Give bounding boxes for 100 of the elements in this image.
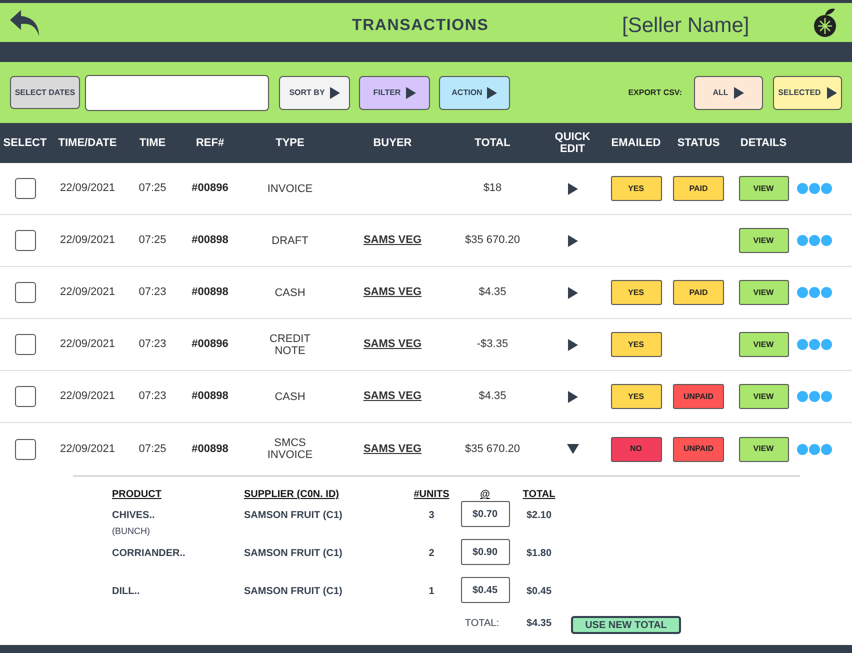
time-cell-text: 07:25 bbox=[138, 233, 168, 248]
column-header: @ bbox=[479, 488, 491, 502]
select-dates-button[interactable]: SELECT DATES bbox=[10, 76, 80, 109]
view-button[interactable]: VIEW bbox=[738, 436, 788, 462]
ref-cell-text: #00898 bbox=[190, 285, 230, 300]
view-button[interactable]: VIEW bbox=[738, 280, 788, 305]
play-icon bbox=[826, 86, 837, 100]
page-title: TRANSACTIONS bbox=[352, 16, 489, 36]
column-header: TIME bbox=[138, 137, 167, 149]
total-cell-text: $35 670.20 bbox=[464, 233, 522, 248]
time-cell-text: 07:23 bbox=[138, 285, 168, 300]
buyer-link[interactable]: SAMS VEG bbox=[363, 390, 422, 402]
emailed-badge: YES bbox=[610, 176, 662, 201]
toolbar-button[interactable]: FILTER bbox=[359, 76, 430, 110]
time-cell-text: 07:25 bbox=[138, 181, 168, 196]
caret-right-icon[interactable] bbox=[566, 182, 578, 194]
status-badge: PAID bbox=[673, 176, 724, 201]
product-name: CORRIANDER.. bbox=[112, 547, 186, 561]
ref-cell-text: #00898 bbox=[190, 233, 230, 248]
product-name: DILL.. bbox=[112, 585, 141, 599]
checkbox[interactable] bbox=[14, 282, 36, 303]
view-button[interactable]: VIEW bbox=[738, 176, 788, 201]
date-cell-text: 22/09/2021 bbox=[58, 285, 116, 300]
play-icon bbox=[330, 86, 340, 100]
status-badge: PAID bbox=[673, 280, 724, 305]
emailed-badge: NO bbox=[610, 436, 662, 462]
view-button[interactable]: VIEW bbox=[738, 384, 788, 409]
caret-right-icon[interactable] bbox=[566, 286, 578, 298]
line-total-cell-text: $2.10 bbox=[525, 509, 553, 523]
type-cell-text: DRAFT bbox=[270, 234, 310, 246]
total-cell-text: $35 670.20 bbox=[464, 442, 522, 457]
caret-right-icon[interactable] bbox=[566, 234, 578, 246]
emailed-badge: YES bbox=[610, 332, 662, 357]
total-cell-text: $4.35 bbox=[478, 389, 508, 404]
column-header: TYPE bbox=[274, 137, 306, 149]
units-cell-text: 3 bbox=[428, 509, 436, 523]
supplier-cell-text: SAMSON FRUIT (C1) bbox=[244, 547, 344, 561]
play-icon bbox=[406, 86, 416, 100]
status-badge: UNPAID bbox=[673, 384, 724, 409]
total-cell-text: $18 bbox=[482, 181, 503, 196]
status-badge: UNPAID bbox=[673, 436, 724, 462]
total-cell-text: $4.35 bbox=[478, 285, 508, 300]
view-button[interactable]: VIEW bbox=[738, 228, 788, 253]
date-cell-text: 22/09/2021 bbox=[58, 389, 116, 404]
toolbar-button[interactable]: SORT BY bbox=[279, 76, 350, 110]
line-total-cell-text: $1.80 bbox=[525, 547, 553, 561]
product-note: (BUNCH) bbox=[112, 525, 151, 538]
time-cell-text: 07:23 bbox=[138, 337, 168, 352]
column-header: STATUS bbox=[676, 137, 721, 149]
back-icon[interactable] bbox=[8, 8, 42, 38]
buyer-link[interactable]: SAMS VEG bbox=[363, 442, 422, 455]
emailed-badge: YES bbox=[610, 280, 662, 305]
use-new-total-button[interactable]: USE NEW TOTAL bbox=[571, 616, 681, 634]
date-cell-text: 22/09/2021 bbox=[58, 337, 116, 352]
type-cell-text: INVOICE bbox=[266, 182, 314, 194]
caret-right-icon[interactable] bbox=[566, 338, 578, 350]
caret-down-icon[interactable] bbox=[566, 443, 578, 455]
type-cell-text: SMCS INVOICE bbox=[266, 437, 314, 461]
supplier-cell-text: SAMSON FRUIT (C1) bbox=[244, 585, 344, 599]
total-cell-text: -$3.35 bbox=[476, 337, 510, 352]
column-header: BUYER bbox=[372, 137, 413, 149]
total-label: TOTAL: bbox=[464, 617, 500, 631]
export-button[interactable]: ALL bbox=[694, 76, 763, 110]
line-total-cell-text: $0.45 bbox=[525, 585, 553, 599]
units-cell-text: 1 bbox=[428, 585, 436, 599]
export-label: EXPORT CSV: bbox=[628, 86, 682, 98]
date-field[interactable] bbox=[85, 74, 269, 110]
grand-total: $4.35 bbox=[525, 617, 553, 631]
time-cell-text: 07:23 bbox=[138, 389, 168, 404]
column-header: EMAILED bbox=[610, 137, 662, 149]
date-cell-text: 22/09/2021 bbox=[58, 181, 116, 196]
price-field[interactable]: $0.70 bbox=[460, 501, 510, 527]
ref-cell-text: #00896 bbox=[190, 337, 230, 352]
toolbar-button[interactable]: ACTION bbox=[439, 76, 510, 110]
column-header: REF# bbox=[194, 137, 226, 149]
checkbox[interactable] bbox=[14, 178, 36, 199]
units-cell-text: 2 bbox=[428, 547, 436, 561]
checkbox[interactable] bbox=[14, 386, 36, 407]
column-header: TIME/DATE bbox=[57, 137, 118, 149]
checkbox[interactable] bbox=[14, 438, 36, 460]
price-field[interactable]: $0.45 bbox=[460, 577, 510, 603]
buyer-link[interactable]: SAMS VEG bbox=[363, 338, 422, 350]
ref-cell-text: #00898 bbox=[190, 442, 230, 457]
column-header: PRODUCT bbox=[112, 488, 162, 502]
buyer-link[interactable]: SAMS VEG bbox=[363, 234, 422, 246]
ref-cell-text: #00898 bbox=[190, 389, 230, 404]
caret-right-icon[interactable] bbox=[566, 390, 578, 402]
date-cell-text: 22/09/2021 bbox=[58, 233, 116, 248]
play-icon bbox=[734, 86, 744, 100]
ref-cell-text: #00896 bbox=[190, 181, 230, 196]
column-header: QUICK EDIT bbox=[554, 131, 592, 155]
view-button[interactable]: VIEW bbox=[738, 332, 788, 357]
buyer-link[interactable]: SAMS VEG bbox=[363, 286, 422, 298]
price-field[interactable]: $0.90 bbox=[460, 539, 510, 565]
checkbox[interactable] bbox=[14, 334, 36, 355]
column-header: TOTAL bbox=[474, 137, 512, 149]
column-header: SELECT bbox=[2, 137, 48, 149]
export-button[interactable]: SELECTED bbox=[773, 76, 842, 110]
checkbox[interactable] bbox=[14, 230, 36, 251]
product-name: CHIVES.. bbox=[112, 509, 156, 523]
